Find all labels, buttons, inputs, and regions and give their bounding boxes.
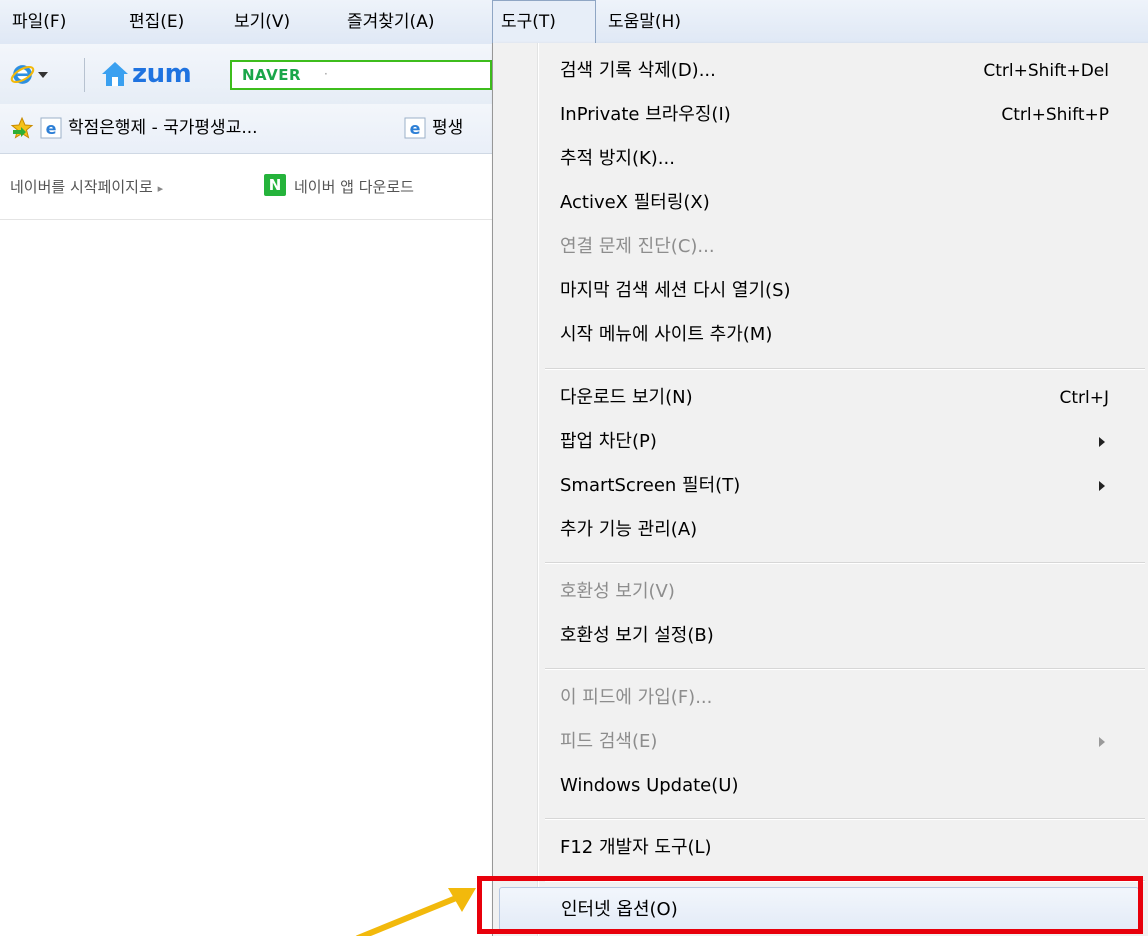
menu-help[interactable]: 도움말(H): [600, 0, 689, 44]
menu-edit[interactable]: 편집(E): [121, 0, 192, 44]
menu-item-label: 연결 문제 진단(C)...: [560, 236, 715, 257]
menu-item-compatibility-view: 호환성 보기(V): [493, 570, 1148, 614]
menu-item-label: 추적 방지(K)...: [560, 148, 675, 169]
submenu-arrow-icon: [1099, 737, 1105, 747]
menu-favorites[interactable]: 즐겨찾기(A): [339, 0, 442, 44]
app-download-link[interactable]: 네이버 앱 다운로드: [294, 176, 414, 197]
submenu-arrow-icon: [1099, 481, 1105, 491]
annotation-arrow-icon: [355, 888, 476, 936]
menu-item-reopen-session[interactable]: 마지막 검색 세션 다시 열기(S): [493, 269, 1148, 313]
toolbar-divider: [84, 58, 85, 92]
favorite-label: 학점은행제 - 국가평생교...: [68, 118, 258, 138]
chevron-right-icon: ▸: [157, 182, 164, 195]
menu-item-add-to-start[interactable]: 시작 메뉴에 사이트 추가(M): [493, 313, 1148, 357]
naver-app-icon: N: [264, 174, 286, 196]
menu-item-label: InPrivate 브라우징(I): [560, 104, 731, 125]
svg-text:e: e: [410, 119, 421, 138]
menu-separator: [545, 562, 1145, 564]
menu-bar: 파일(F) 편집(E) 보기(V) 즐겨찾기(A) 도구(T) 도움말(H): [0, 0, 1148, 44]
menu-item-label: SmartScreen 필터(T): [560, 475, 741, 496]
menu-item-label: F12 개발자 도구(L): [560, 837, 712, 858]
menu-item-shortcut: Ctrl+Shift+P: [1001, 105, 1109, 125]
favorites-star-icon[interactable]: [10, 116, 34, 140]
set-homepage-label: 네이버를 시작페이지로: [10, 178, 153, 196]
menu-item-inprivate[interactable]: InPrivate 브라우징(I) Ctrl+Shift+P: [493, 93, 1148, 137]
menu-view[interactable]: 보기(V): [226, 0, 298, 44]
menu-item-label: 마지막 검색 세션 다시 열기(S): [560, 280, 791, 301]
menu-item-activex-filtering[interactable]: ActiveX 필터링(X): [493, 181, 1148, 225]
menu-item-delete-history[interactable]: 검색 기록 삭제(D)... Ctrl+Shift+Del: [493, 49, 1148, 93]
chevron-down-icon[interactable]: [38, 72, 48, 78]
menu-item-view-downloads[interactable]: 다운로드 보기(N) Ctrl+J: [493, 376, 1148, 420]
ie-page-icon: e: [40, 117, 62, 139]
annotation-highlight-box: [477, 876, 1143, 934]
zum-home-link[interactable]: zum: [132, 58, 192, 90]
menu-separator: [545, 668, 1145, 670]
menu-item-label: 추가 기능 관리(A): [560, 519, 698, 540]
tools-dropdown-menu: 검색 기록 삭제(D)... Ctrl+Shift+Del InPrivate …: [492, 43, 1148, 936]
menu-separator: [545, 818, 1145, 820]
menu-item-manage-addons[interactable]: 추가 기능 관리(A): [493, 508, 1148, 552]
menu-item-compatibility-settings[interactable]: 호환성 보기 설정(B): [493, 614, 1148, 658]
menu-item-label: 시작 메뉴에 사이트 추가(M): [560, 324, 773, 345]
naver-search-provider: NAVER: [242, 66, 302, 84]
favorite-label: 평생: [432, 118, 464, 138]
menu-item-smartscreen[interactable]: SmartScreen 필터(T): [493, 464, 1148, 508]
menu-item-tracking-protection[interactable]: 추적 방지(K)...: [493, 137, 1148, 181]
menu-item-windows-update[interactable]: Windows Update(U): [493, 764, 1148, 808]
chevron-down-icon[interactable]: ·: [324, 67, 328, 81]
menu-item-label: 호환성 보기 설정(B): [560, 625, 714, 646]
menu-item-label: 이 피드에 가입(F)...: [560, 687, 713, 708]
menu-item-label: Windows Update(U): [560, 775, 739, 796]
menu-separator: [545, 368, 1145, 370]
menu-item-subscribe-feed: 이 피드에 가입(F)...: [493, 676, 1148, 720]
menu-item-feed-discovery: 피드 검색(E): [493, 720, 1148, 764]
menu-item-label: ActiveX 필터링(X): [560, 192, 710, 213]
menu-file[interactable]: 파일(F): [4, 0, 74, 44]
menu-item-label: 검색 기록 삭제(D)...: [560, 60, 716, 81]
set-homepage-link[interactable]: 네이버를 시작페이지로 ▸: [10, 176, 163, 197]
ie-page-icon: e: [404, 117, 426, 139]
submenu-arrow-icon: [1099, 437, 1105, 447]
favorite-link[interactable]: e 학점은행제 - 국가평생교...: [40, 114, 258, 142]
menu-item-label: 피드 검색(E): [560, 731, 658, 752]
menu-item-label: 다운로드 보기(N): [560, 387, 693, 408]
menu-item-f12-developer-tools[interactable]: F12 개발자 도구(L): [493, 826, 1148, 870]
internet-explorer-icon[interactable]: [10, 62, 35, 87]
menu-tools[interactable]: 도구(T): [492, 0, 596, 44]
menu-item-diagnose-connection: 연결 문제 진단(C)...: [493, 225, 1148, 269]
menu-item-shortcut: Ctrl+J: [1059, 388, 1109, 408]
menu-item-label: 팝업 차단(P): [560, 431, 657, 452]
search-input[interactable]: NAVER ·: [230, 60, 492, 90]
svg-text:e: e: [46, 119, 57, 138]
home-icon[interactable]: [100, 60, 130, 88]
menu-item-shortcut: Ctrl+Shift+Del: [983, 61, 1109, 81]
favorite-link[interactable]: e 평생: [404, 114, 463, 142]
menu-item-popup-blocker[interactable]: 팝업 차단(P): [493, 420, 1148, 464]
menu-item-label: 호환성 보기(V): [560, 581, 675, 602]
